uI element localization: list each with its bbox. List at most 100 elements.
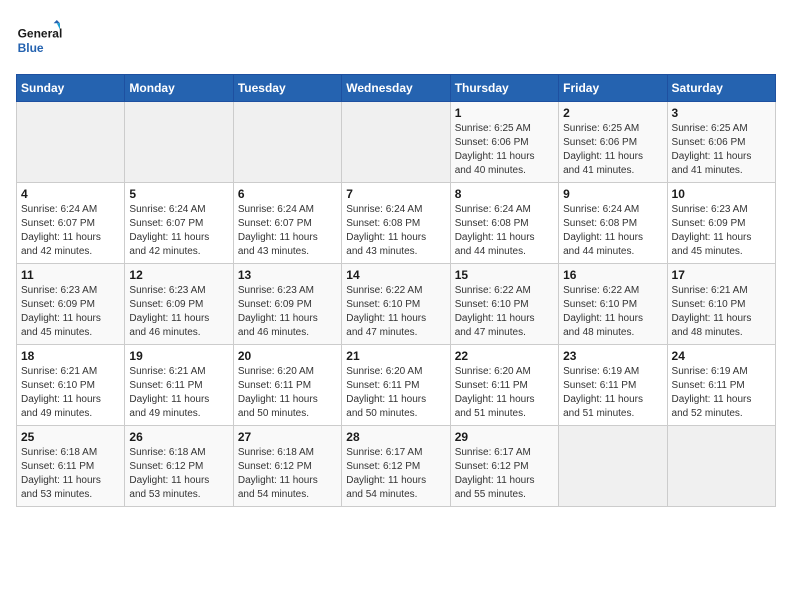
day-info: Sunrise: 6:18 AMSunset: 6:12 PMDaylight:… <box>129 446 228 502</box>
day-cell: 18 Sunrise: 6:21 AMSunset: 6:10 PMDayligh… <box>17 345 125 426</box>
day-number: 29 <box>455 430 554 444</box>
day-number: 14 <box>346 268 445 282</box>
day-cell: 12 Sunrise: 6:23 AMSunset: 6:09 PMDayligh… <box>125 264 233 345</box>
day-info: Sunrise: 6:17 AMSunset: 6:12 PMDaylight:… <box>455 446 554 502</box>
day-cell: 19 Sunrise: 6:21 AMSunset: 6:11 PMDayligh… <box>125 345 233 426</box>
weekday-header-monday: Monday <box>125 75 233 102</box>
day-info: Sunrise: 6:20 AMSunset: 6:11 PMDaylight:… <box>455 365 554 421</box>
week-row-0: 1 Sunrise: 6:25 AMSunset: 6:06 PMDaylight… <box>17 102 776 183</box>
day-info: Sunrise: 6:18 AMSunset: 6:11 PMDaylight:… <box>21 446 120 502</box>
day-cell: 28 Sunrise: 6:17 AMSunset: 6:12 PMDayligh… <box>342 426 450 507</box>
calendar-table: SundayMondayTuesdayWednesdayThursdayFrid… <box>16 74 776 507</box>
day-info: Sunrise: 6:22 AMSunset: 6:10 PMDaylight:… <box>346 284 445 340</box>
calendar-header: SundayMondayTuesdayWednesdayThursdayFrid… <box>17 75 776 102</box>
week-row-2: 11 Sunrise: 6:23 AMSunset: 6:09 PMDayligh… <box>17 264 776 345</box>
day-number: 24 <box>672 349 771 363</box>
svg-text:General: General <box>18 27 63 41</box>
day-info: Sunrise: 6:24 AMSunset: 6:07 PMDaylight:… <box>21 203 120 259</box>
weekday-header-thursday: Thursday <box>450 75 558 102</box>
day-cell <box>342 102 450 183</box>
day-cell: 5Sunrise: 6:24 AMSunset: 6:07 PMDaylight… <box>125 183 233 264</box>
week-row-3: 18 Sunrise: 6:21 AMSunset: 6:10 PMDayligh… <box>17 345 776 426</box>
calendar-body: 1 Sunrise: 6:25 AMSunset: 6:06 PMDaylight… <box>17 102 776 507</box>
day-number: 27 <box>238 430 337 444</box>
day-cell: 17 Sunrise: 6:21 AMSunset: 6:10 PMDayligh… <box>667 264 775 345</box>
day-cell: 24 Sunrise: 6:19 AMSunset: 6:11 PMDayligh… <box>667 345 775 426</box>
day-cell: 27Sunrise: 6:18 AMSunset: 6:12 PMDayligh… <box>233 426 341 507</box>
day-cell: 25 Sunrise: 6:18 AMSunset: 6:11 PMDayligh… <box>17 426 125 507</box>
day-cell: 1 Sunrise: 6:25 AMSunset: 6:06 PMDaylight… <box>450 102 558 183</box>
day-cell <box>559 426 667 507</box>
day-cell <box>667 426 775 507</box>
day-cell: 9 Sunrise: 6:24 AMSunset: 6:08 PMDaylight… <box>559 183 667 264</box>
day-info: Sunrise: 6:24 AMSunset: 6:08 PMDaylight:… <box>455 203 554 259</box>
day-number: 7 <box>346 187 445 201</box>
day-number: 16 <box>563 268 662 282</box>
svg-text:Blue: Blue <box>18 41 44 55</box>
day-info: Sunrise: 6:25 AMSunset: 6:06 PMDaylight:… <box>563 122 662 178</box>
page-header: General Blue <box>16 16 776 64</box>
day-info: Sunrise: 6:22 AMSunset: 6:10 PMDaylight:… <box>563 284 662 340</box>
day-info: Sunrise: 6:19 AMSunset: 6:11 PMDaylight:… <box>672 365 771 421</box>
day-number: 3 <box>672 106 771 120</box>
day-cell: 29 Sunrise: 6:17 AMSunset: 6:12 PMDayligh… <box>450 426 558 507</box>
week-row-1: 4Sunrise: 6:24 AMSunset: 6:07 PMDaylight… <box>17 183 776 264</box>
day-info: Sunrise: 6:24 AMSunset: 6:08 PMDaylight:… <box>563 203 662 259</box>
day-cell: 4Sunrise: 6:24 AMSunset: 6:07 PMDaylight… <box>17 183 125 264</box>
day-cell: 11 Sunrise: 6:23 AMSunset: 6:09 PMDayligh… <box>17 264 125 345</box>
day-cell: 14 Sunrise: 6:22 AMSunset: 6:10 PMDayligh… <box>342 264 450 345</box>
weekday-header-friday: Friday <box>559 75 667 102</box>
day-cell: 7 Sunrise: 6:24 AMSunset: 6:08 PMDaylight… <box>342 183 450 264</box>
weekday-header-sunday: Sunday <box>17 75 125 102</box>
day-info: Sunrise: 6:23 AMSunset: 6:09 PMDaylight:… <box>672 203 771 259</box>
day-info: Sunrise: 6:21 AMSunset: 6:10 PMDaylight:… <box>672 284 771 340</box>
day-cell: 21Sunrise: 6:20 AMSunset: 6:11 PMDayligh… <box>342 345 450 426</box>
day-info: Sunrise: 6:21 AMSunset: 6:10 PMDaylight:… <box>21 365 120 421</box>
day-cell: 10Sunrise: 6:23 AMSunset: 6:09 PMDayligh… <box>667 183 775 264</box>
day-info: Sunrise: 6:25 AMSunset: 6:06 PMDaylight:… <box>455 122 554 178</box>
day-info: Sunrise: 6:22 AMSunset: 6:10 PMDaylight:… <box>455 284 554 340</box>
day-info: Sunrise: 6:17 AMSunset: 6:12 PMDaylight:… <box>346 446 445 502</box>
day-cell <box>17 102 125 183</box>
day-number: 18 <box>21 349 120 363</box>
day-number: 9 <box>563 187 662 201</box>
day-info: Sunrise: 6:23 AMSunset: 6:09 PMDaylight:… <box>21 284 120 340</box>
logo: General Blue <box>16 16 64 64</box>
day-info: Sunrise: 6:23 AMSunset: 6:09 PMDaylight:… <box>129 284 228 340</box>
day-number: 20 <box>238 349 337 363</box>
day-number: 23 <box>563 349 662 363</box>
weekday-header-wednesday: Wednesday <box>342 75 450 102</box>
weekday-header-row: SundayMondayTuesdayWednesdayThursdayFrid… <box>17 75 776 102</box>
day-cell: 16 Sunrise: 6:22 AMSunset: 6:10 PMDayligh… <box>559 264 667 345</box>
day-info: Sunrise: 6:21 AMSunset: 6:11 PMDaylight:… <box>129 365 228 421</box>
day-cell <box>233 102 341 183</box>
day-number: 1 <box>455 106 554 120</box>
week-row-4: 25 Sunrise: 6:18 AMSunset: 6:11 PMDayligh… <box>17 426 776 507</box>
logo-svg: General Blue <box>16 16 64 64</box>
day-number: 11 <box>21 268 120 282</box>
day-number: 2 <box>563 106 662 120</box>
day-info: Sunrise: 6:24 AMSunset: 6:07 PMDaylight:… <box>129 203 228 259</box>
day-cell: 13Sunrise: 6:23 AMSunset: 6:09 PMDayligh… <box>233 264 341 345</box>
day-info: Sunrise: 6:24 AMSunset: 6:07 PMDaylight:… <box>238 203 337 259</box>
day-number: 17 <box>672 268 771 282</box>
day-cell: 3Sunrise: 6:25 AMSunset: 6:06 PMDaylight… <box>667 102 775 183</box>
day-cell: 20Sunrise: 6:20 AMSunset: 6:11 PMDayligh… <box>233 345 341 426</box>
day-number: 26 <box>129 430 228 444</box>
day-cell: 2 Sunrise: 6:25 AMSunset: 6:06 PMDaylight… <box>559 102 667 183</box>
day-number: 6 <box>238 187 337 201</box>
day-number: 22 <box>455 349 554 363</box>
day-number: 19 <box>129 349 228 363</box>
day-number: 28 <box>346 430 445 444</box>
day-cell: 15Sunrise: 6:22 AMSunset: 6:10 PMDayligh… <box>450 264 558 345</box>
day-number: 12 <box>129 268 228 282</box>
weekday-header-tuesday: Tuesday <box>233 75 341 102</box>
weekday-header-saturday: Saturday <box>667 75 775 102</box>
day-number: 21 <box>346 349 445 363</box>
day-number: 25 <box>21 430 120 444</box>
day-info: Sunrise: 6:19 AMSunset: 6:11 PMDaylight:… <box>563 365 662 421</box>
logo-container: General Blue <box>16 16 64 64</box>
day-cell: 22 Sunrise: 6:20 AMSunset: 6:11 PMDayligh… <box>450 345 558 426</box>
day-info: Sunrise: 6:24 AMSunset: 6:08 PMDaylight:… <box>346 203 445 259</box>
day-number: 13 <box>238 268 337 282</box>
